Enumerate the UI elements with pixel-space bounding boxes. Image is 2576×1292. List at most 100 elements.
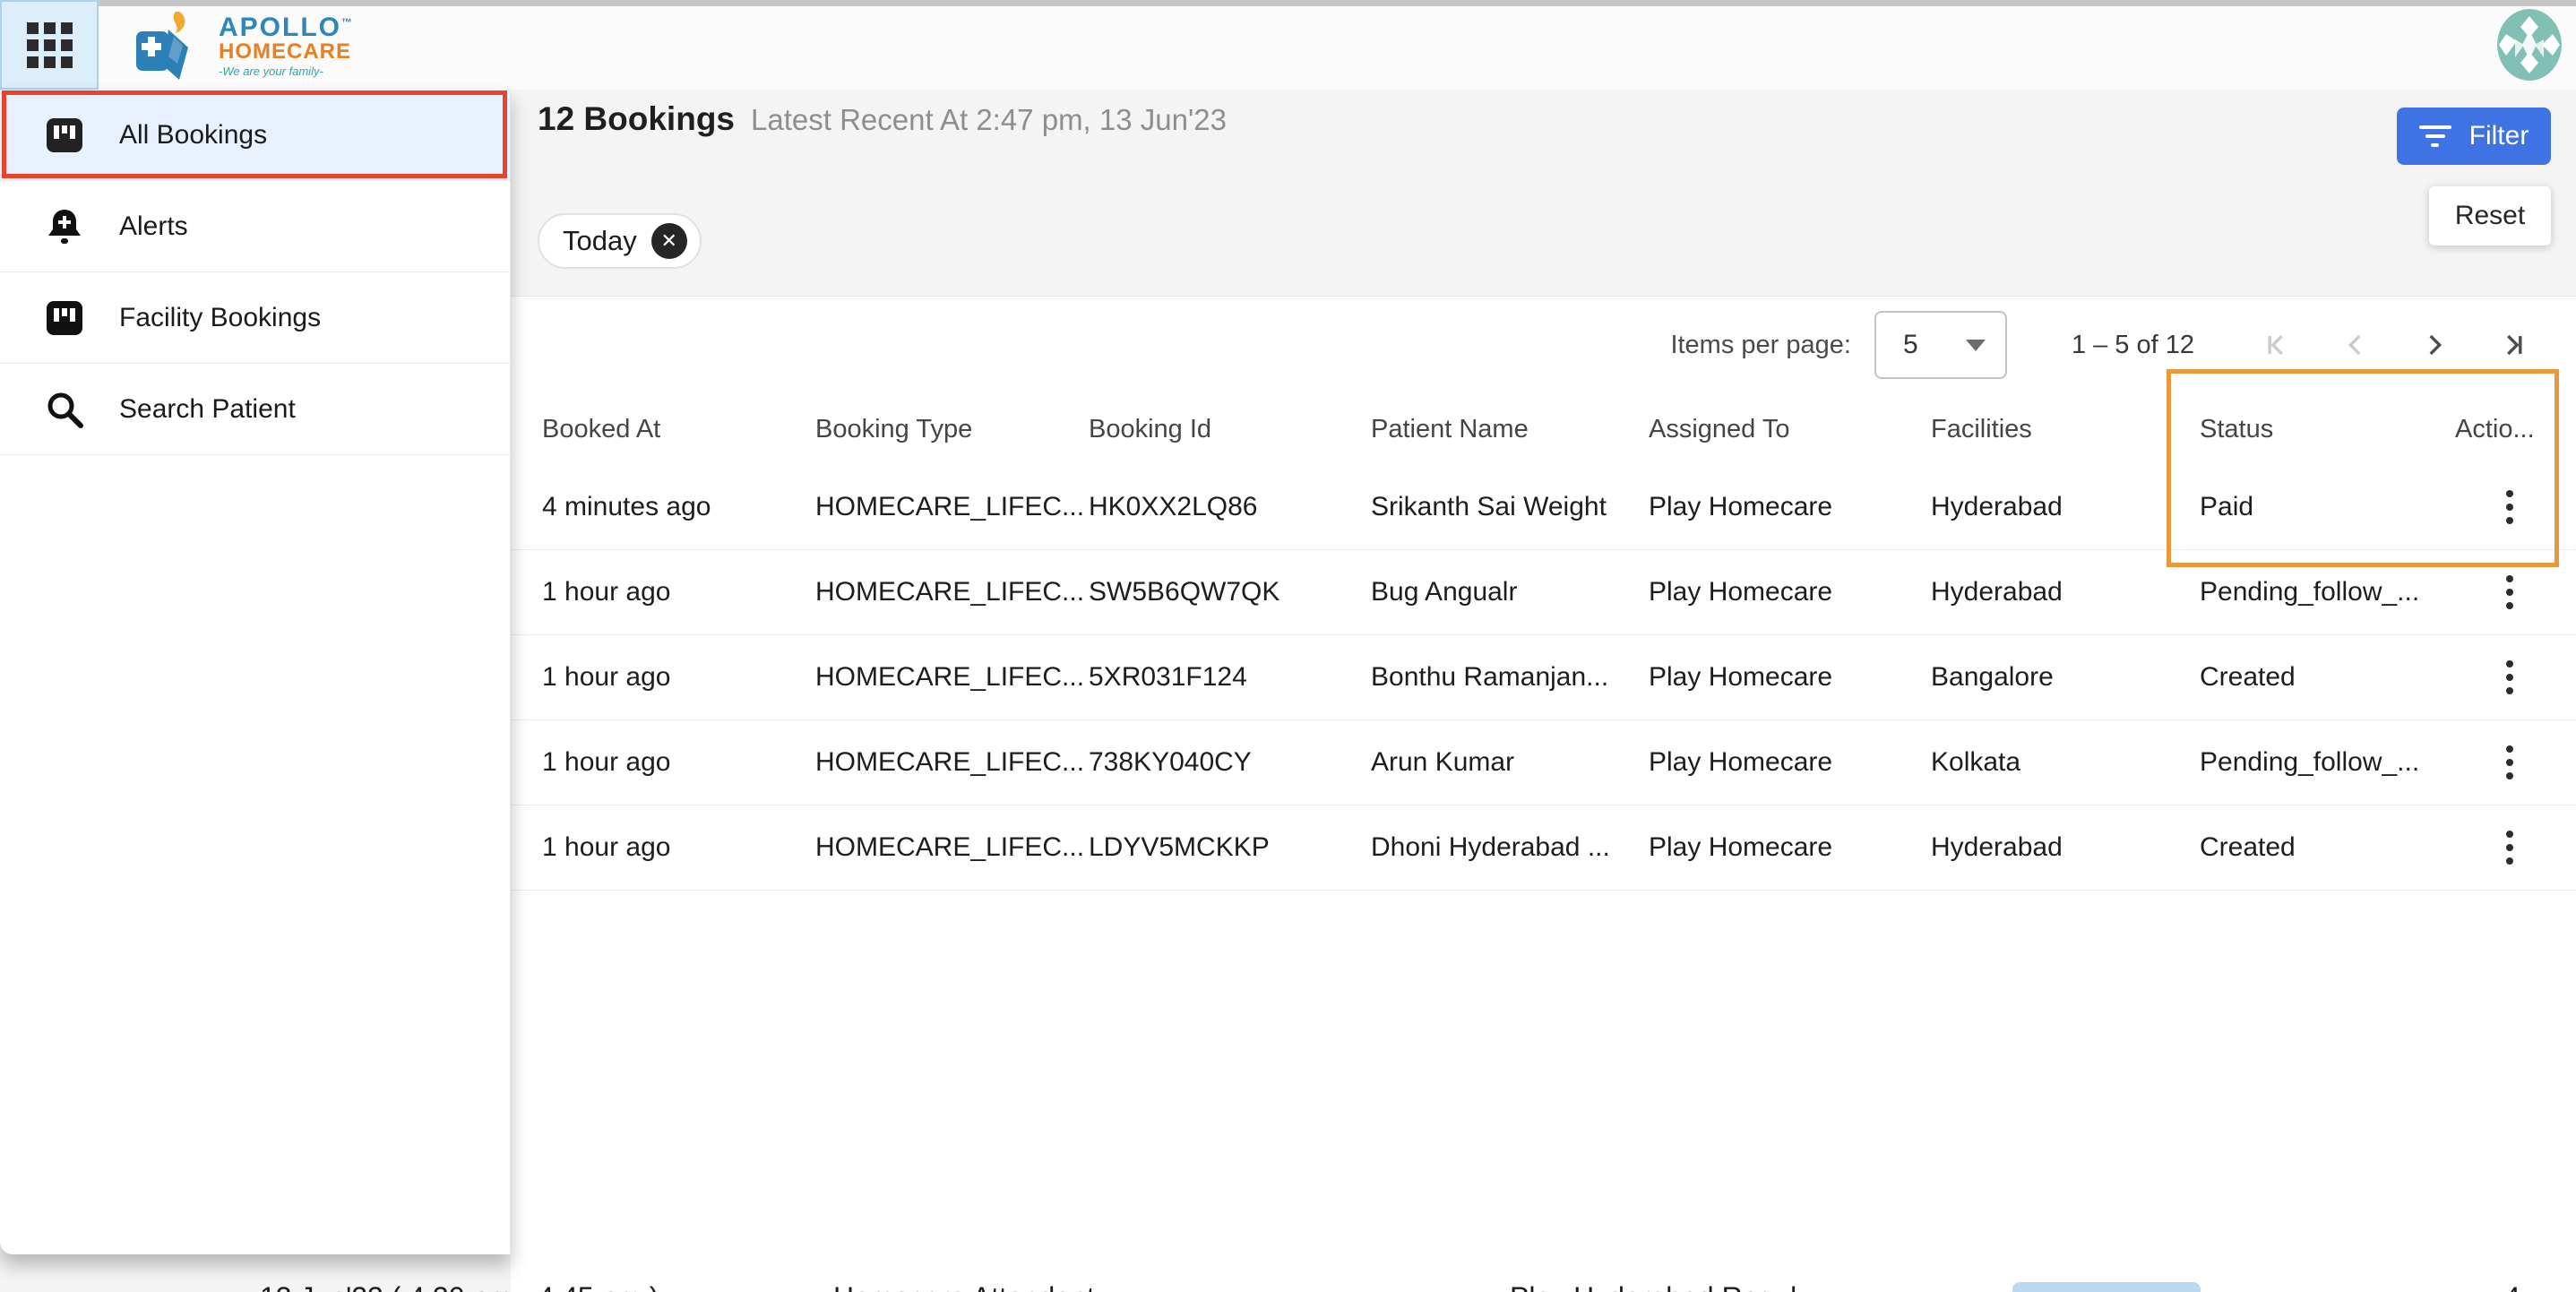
column-header-booking-id: Booking Id [1089,415,1371,444]
sidebar-item-alerts[interactable]: Alerts [0,181,510,272]
column-header-booking-type: Booking Type [815,415,1089,444]
sidebar-item-search-patient[interactable]: Search Patient [0,364,510,455]
cell-booking-id: LDYV5MCKKP [1089,832,1371,863]
last-page-button[interactable] [2474,316,2553,374]
avatar-identicon-icon [2497,9,2562,81]
cell-facilities: Hyderabad [1931,832,2200,863]
sidebar-item-label: All Bookings [119,120,267,151]
cell-actions [2455,825,2576,870]
sidebar: All Bookings Alerts Facility Bookings Se… [0,90,511,1254]
chip-label: Today [563,225,637,257]
table-row: 1 hour agoHOMECARE_LIFEC...5XR031F124Bon… [511,635,2576,720]
table-body: 4 minutes agoHOMECARE_LIFEC...HK0XX2LQ86… [511,465,2576,891]
cell-patient-name: Bonthu Ramanjan... [1371,662,1649,693]
cell-booked-at: 1 hour ago [542,662,815,693]
previous-page-button[interactable] [2316,316,2395,374]
apollo-logo-mark [134,10,210,82]
column-header-actions: Actio... [2455,415,2576,444]
row-actions-kebab-icon[interactable] [2501,655,2519,700]
cell-assigned-to: Play Homecare [1649,662,1931,693]
cell-assigned-to: Play Homecare [1649,832,1931,863]
table-row: 1 hour agoHOMECARE_LIFEC...738KY040CYAru… [511,720,2576,805]
items-per-page-value: 5 [1903,330,1918,360]
sidebar-item-all-bookings[interactable]: All Bookings [0,90,510,181]
cell-patient-name: Dhoni Hyderabad ... [1371,832,1649,863]
pagination-controls [2237,316,2553,374]
board-icon [43,297,86,340]
cell-actions [2455,570,2576,615]
pagination-range-label: 1 – 5 of 12 [2072,331,2194,360]
cell-actions [2455,655,2576,700]
table-row: 4 minutes agoHOMECARE_LIFEC...HK0XX2LQ86… [511,465,2576,550]
chevron-down-icon [1966,340,1986,351]
filter-button[interactable]: Filter [2397,108,2551,165]
clipped-status-badge: ACCEPTED [2012,1282,2201,1292]
last-updated-text: Latest Recent At 2:47 pm, 13 Jun'23 [751,103,1227,137]
row-actions-kebab-icon[interactable] [2501,740,2519,785]
clipped-text-fragment: Homecare Attendant [833,1281,1095,1292]
cell-facilities: Hyderabad [1931,492,2200,522]
cell-booked-at: 1 hour ago [542,747,815,778]
cell-facilities: Hyderabad [1931,577,2200,607]
table-row: 1 hour agoHOMECARE_LIFEC...SW5B6QW7QKBug… [511,550,2576,635]
clipped-text-fragment: 13 Jun'23 ( 4:30 pm - 4:45 pm ) [260,1281,659,1292]
grid-icon [27,22,73,68]
cell-status: Created [2200,832,2455,863]
cell-actions [2455,485,2576,530]
cell-facilities: Bangalore [1931,662,2200,693]
filter-icon [2419,125,2451,147]
cell-booking-id: 5XR031F124 [1089,662,1371,693]
row-actions-kebab-icon[interactable] [2501,570,2519,615]
cell-booked-at: 1 hour ago [542,577,815,607]
table-row: 1 hour agoHOMECARE_LIFEC...LDYV5MCKKPDho… [511,805,2576,891]
bookings-table: Booked AtBooking TypeBooking IdPatient N… [511,393,2576,891]
clipped-bottom-row: 13 Jun'23 ( 4:30 pm - 4:45 pm ) Homecare … [0,1279,2576,1292]
search-icon [43,388,86,431]
last-page-icon [2498,330,2529,360]
cell-patient-name: Arun Kumar [1371,747,1649,778]
cell-status: Pending_follow_... [2200,577,2455,607]
top-bar: APOLLO™ HOMECARE -We are your family- [0,0,2576,90]
column-header-facilities: Facilities [1931,415,2200,444]
filter-chip-today[interactable]: Today ✕ [538,213,702,269]
cell-assigned-to: Play Homecare [1649,747,1931,778]
filter-button-label: Filter [2469,121,2529,151]
items-per-page-select[interactable]: 5 [1874,311,2007,379]
logo-word-apollo: APOLLO™ [219,14,354,42]
cell-facilities: Kolkata [1931,747,2200,778]
cell-booking-type: HOMECARE_LIFEC... [815,492,1089,522]
chevron-left-icon [2340,330,2371,360]
sidebar-item-label: Facility Bookings [119,303,321,333]
alert-bell-icon [43,205,86,248]
reset-button[interactable]: Reset [2429,186,2551,245]
cell-booking-type: HOMECARE_LIFEC... [815,832,1089,863]
page-title: 12 Bookings [538,100,735,138]
items-per-page-label: Items per page: [1670,331,1851,360]
pagination-row: Items per page: 5 1 – 5 of 12 [511,297,2576,393]
sidebar-item-label: Search Patient [119,394,296,425]
apps-grid-button[interactable] [0,0,99,90]
page-title-row: 12 Bookings Latest Recent At 2:47 pm, 13… [538,100,1227,138]
user-avatar[interactable] [2497,9,2562,81]
chevron-right-icon [2419,330,2450,360]
cell-booking-id: SW5B6QW7QK [1089,577,1371,607]
logo-tagline: -We are your family- [219,65,354,77]
sidebar-item-facility-bookings[interactable]: Facility Bookings [0,272,510,364]
column-header-status: Status [2200,415,2455,444]
chip-close-icon[interactable]: ✕ [651,223,687,259]
next-page-button[interactable] [2395,316,2474,374]
apollo-homecare-logo: APOLLO™ HOMECARE -We are your family- [134,9,354,82]
column-header-assigned-to: Assigned To [1649,415,1931,444]
cell-patient-name: Bug Angualr [1371,577,1649,607]
cell-patient-name: Srikanth Sai Weight [1371,492,1649,522]
bookings-table-card: Items per page: 5 1 – 5 of 12 [511,296,2576,1292]
cell-booking-id: 738KY040CY [1089,747,1371,778]
row-actions-kebab-icon[interactable] [2501,485,2519,530]
first-page-button[interactable] [2237,316,2316,374]
clipped-text-fragment: Play Hyderabad Regul... [1510,1281,1821,1292]
cell-assigned-to: Play Homecare [1649,492,1931,522]
row-actions-kebab-icon[interactable] [2501,825,2519,870]
column-header-booked-at: Booked At [542,415,815,444]
column-header-patient-name: Patient Name [1371,415,1649,444]
cell-booking-type: HOMECARE_LIFEC... [815,747,1089,778]
